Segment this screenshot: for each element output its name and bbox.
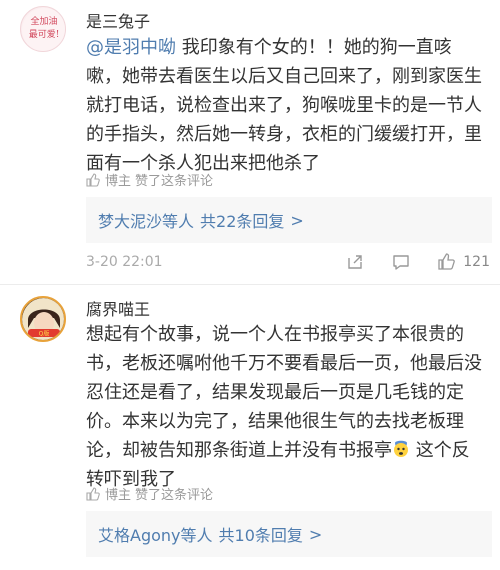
body-line: 价。本来以为完了，结果他很生气的去找老板理 (86, 411, 464, 432)
reply-names: 艾格Agony等人 (98, 526, 213, 545)
body-line: 嗽，她带去看医生以后又自己回来了，刚到家医生 (86, 66, 482, 87)
body-line-tail: 这个反 (410, 440, 470, 461)
reply-count: 共22条回复 (200, 212, 285, 231)
replies-summary-button[interactable]: 梦大泥沙等人 共22条回复 > (86, 197, 492, 243)
comment-icon[interactable] (391, 252, 411, 272)
thumbs-up-icon (86, 172, 100, 187)
author-liked-row: 博主 赞了这条评论 (86, 170, 213, 189)
comment-timestamp: 3-20 22:01 (86, 254, 163, 270)
body-line-text: 论，却被告知那条街道上并没有书报亭 (86, 440, 392, 461)
scared-face-emoji (394, 440, 408, 457)
mention-link[interactable]: @是羽中呦 (86, 37, 176, 58)
reply-count: 共10条回复 (218, 526, 303, 545)
body-line: 忍住还是看了，结果发现最后一页是几毛钱的定 (86, 382, 464, 403)
body-line: 的手指头，然后她一转身，衣柜的门缓缓打开，里 (86, 124, 482, 145)
comment-username[interactable]: 是三兔子 (86, 8, 150, 32)
comment-meta-row: 3-20 22:01 121 (86, 250, 490, 274)
liked-author: 博主 (105, 488, 132, 503)
chevron-right-icon: > (290, 210, 304, 230)
comment-body: 想起有个故事，说一个人在书报亭买了本很贵的 书，老板还嘱咐他千万不要看最后一页，… (86, 320, 490, 494)
like-icon[interactable] (437, 252, 457, 272)
reply-names: 梦大泥沙等人 (98, 212, 195, 231)
body-line: @是羽中呦 我印象有个女的！！她的狗一直咳 (86, 33, 490, 62)
like-count: 121 (463, 254, 490, 270)
body-line-text: 我印象有个女的！！她的狗一直咳 (176, 37, 452, 58)
divider (0, 284, 500, 285)
body-line: 书，老板还嘱咐他千万不要看最后一页，他最后没 (86, 353, 482, 374)
avatar-badge: Q版 (39, 330, 50, 338)
replies-summary-button[interactable]: 艾格Agony等人 共10条回复 > (86, 511, 492, 557)
body-line: 就打电话，说检查出来了，狗喉咙里卡的是一节人 (86, 95, 482, 116)
body-line: 论，却被告知那条街道上并没有书报亭 这个反 (86, 436, 490, 465)
thumbs-up-icon (86, 486, 100, 501)
liked-text: 赞了这条评论 (135, 174, 214, 189)
chevron-right-icon: > (308, 524, 323, 544)
avatar-text-2: 最可爱! (28, 30, 60, 40)
author-liked-row: 博主 赞了这条评论 (86, 484, 213, 503)
avatar-text-1: 全加油 (30, 17, 58, 27)
comment-body: @是羽中呦 我印象有个女的！！她的狗一直咳 嗽，她带去看医生以后又自己回来了，刚… (86, 33, 490, 178)
avatar-image: Q版 (22, 298, 64, 340)
body-line: 想起有个故事，说一个人在书报亭买了本很贵的 (86, 324, 464, 345)
avatar[interactable]: Q版 (20, 296, 66, 342)
comment-username[interactable]: 腐界喵王 (86, 296, 150, 320)
liked-text: 赞了这条评论 (135, 488, 214, 503)
liked-author: 博主 (105, 174, 132, 189)
share-icon[interactable] (345, 252, 365, 272)
avatar[interactable]: 全加油 最可爱! (20, 6, 66, 52)
